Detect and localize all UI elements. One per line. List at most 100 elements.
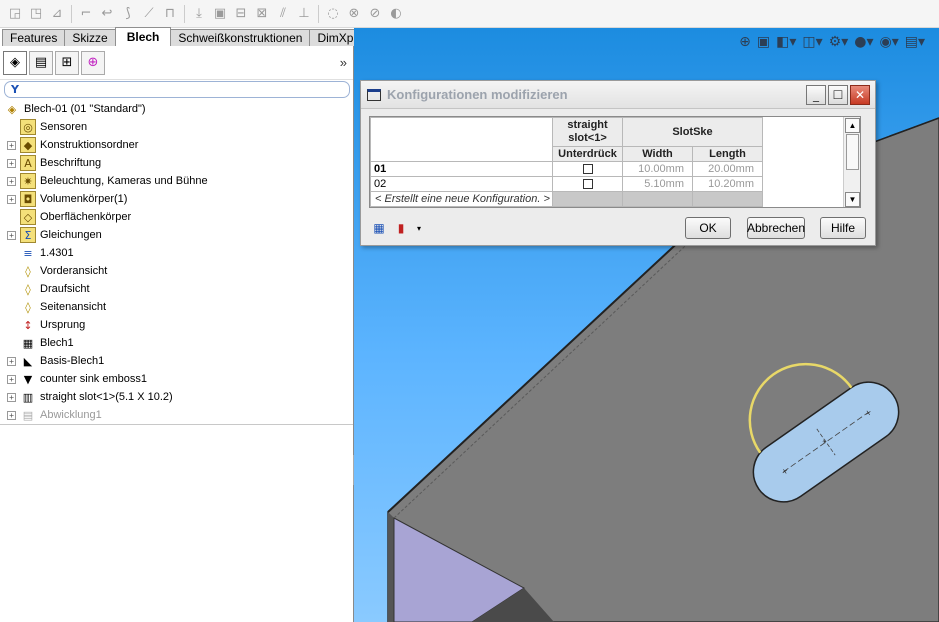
new-config-row[interactable]: < Erstellt eine neue Konfiguration. > xyxy=(370,191,763,207)
close-icon[interactable]: ✕ xyxy=(850,85,870,105)
miter-flange-icon[interactable]: ⌐ xyxy=(77,5,95,23)
grid-scrollbar[interactable]: ▲ ▼ xyxy=(843,117,860,207)
flat-pattern-icon: ▤ xyxy=(22,408,34,422)
ok-button[interactable]: OK xyxy=(685,217,731,239)
tree-item[interactable]: + A Beschriftung xyxy=(0,154,353,172)
cross-break-icon[interactable]: ⊘ xyxy=(366,5,384,23)
appearance-icon[interactable]: ◉▾ xyxy=(879,34,898,50)
part-icon: ◈ xyxy=(7,102,17,116)
tree-item-label: Volumenkörper(1) xyxy=(40,193,128,205)
sheet-metal-icon[interactable]: ◲ xyxy=(6,5,24,23)
equations-icon: Σ xyxy=(20,227,36,243)
tree-item[interactable]: ◊ Seitenansicht xyxy=(0,298,353,316)
display-style-icon[interactable]: ⚙▾ xyxy=(829,34,849,50)
edge-flange-icon[interactable]: ⊿ xyxy=(48,5,66,23)
new-configuration-cell[interactable]: < Erstellt eine neue Konfiguration. > xyxy=(370,191,553,207)
property-manager-tab-icon[interactable]: ▤ xyxy=(29,50,53,75)
tree-item[interactable]: + ◣ Basis-Blech1 xyxy=(0,352,353,370)
scene-icon[interactable]: ▤▾ xyxy=(905,34,925,50)
scroll-down-icon[interactable]: ▼ xyxy=(845,192,860,207)
tree-item[interactable]: + ▤ Abwicklung1 xyxy=(0,406,353,424)
unfold-icon[interactable]: ⤓ xyxy=(190,5,208,23)
cancel-button[interactable]: Abbrechen xyxy=(747,217,805,239)
expand-icon[interactable]: + xyxy=(7,140,16,150)
minimize-icon[interactable]: _ xyxy=(806,85,826,105)
maximize-icon[interactable]: ☐ xyxy=(828,85,848,105)
jog-icon[interactable]: ⟆ xyxy=(119,5,137,23)
hem-icon[interactable]: ↩ xyxy=(98,5,116,23)
extruded-flange-icon[interactable]: ◳ xyxy=(27,5,45,23)
tree-item[interactable]: + ✷ Beleuchtung, Kameras und Bühne xyxy=(0,172,353,190)
dialog-title-bar[interactable]: Konfigurationen modifizieren xyxy=(361,81,875,109)
tree-item[interactable]: + ▥ straight slot<1>(5.1 X 10.2) xyxy=(0,388,353,406)
tree-item[interactable]: ◊ Draufsicht xyxy=(0,280,353,298)
expand-icon[interactable]: + xyxy=(7,392,16,402)
tree-item[interactable]: ◎ Sensoren xyxy=(0,118,353,136)
width-cell[interactable]: 10.00mm xyxy=(622,161,693,177)
tree-item-label: Vorderansicht xyxy=(40,265,108,277)
tree-item-label: Ursprung xyxy=(40,319,86,331)
row-name: 01 xyxy=(370,161,553,177)
tab-skizze[interactable]: Skizze xyxy=(64,29,116,46)
feature-tree-tab-icon[interactable]: ◈ xyxy=(3,50,27,75)
closed-corner-icon[interactable]: ⊓ xyxy=(161,5,179,23)
dimxpert-manager-tab-icon[interactable]: ⊕ xyxy=(81,50,105,75)
previous-view-icon[interactable]: ◧▾ xyxy=(776,34,796,50)
tree-item[interactable]: ↕ Ursprung xyxy=(0,316,353,334)
tree-item[interactable]: ◊ Vorderansicht xyxy=(0,262,353,280)
tab-features[interactable]: Features xyxy=(2,29,66,46)
traffic-light-icon[interactable]: ▮ xyxy=(393,220,409,236)
insert-bends-icon[interactable]: ⊥ xyxy=(295,5,313,23)
scroll-thumb[interactable] xyxy=(846,134,859,170)
sketched-bend-icon[interactable]: ⟋ xyxy=(140,5,158,23)
help-button[interactable]: Hilfe xyxy=(820,217,866,239)
tree-divider xyxy=(0,424,353,425)
expand-icon[interactable]: + xyxy=(7,194,16,204)
scroll-track[interactable] xyxy=(844,171,860,191)
width-cell[interactable]: 5.10mm xyxy=(622,176,693,192)
suppress-checkbox[interactable] xyxy=(582,164,593,175)
expand-icon[interactable]: + xyxy=(7,158,16,168)
forming-tool-icon[interactable]: ◌ xyxy=(324,5,342,23)
origin-icon: ↕ xyxy=(23,318,33,332)
expand-icon[interactable]: + xyxy=(7,356,16,366)
tree-item[interactable]: + ◆ Konstruktionsordner xyxy=(0,136,353,154)
expand-icon[interactable]: + xyxy=(7,410,16,420)
expand-icon[interactable]: + xyxy=(7,374,16,384)
checkbox-cell xyxy=(552,161,623,177)
dropdown-arrow-icon[interactable]: ▾ xyxy=(415,220,423,236)
flatten-icon[interactable]: ⊟ xyxy=(232,5,250,23)
tab-blech[interactable]: Blech xyxy=(114,27,172,46)
tree-item[interactable]: + ▼ counter sink emboss1 xyxy=(0,370,353,388)
tree-item[interactable]: ◈ Blech-01 (01 "Standard") xyxy=(0,100,353,118)
hide-show-icon[interactable]: ●▾ xyxy=(854,34,873,50)
tree-item[interactable]: ◇ Oberflächenkörper xyxy=(0,208,353,226)
scroll-up-icon[interactable]: ▲ xyxy=(845,118,860,133)
zoom-to-fit-icon[interactable]: ⊕ xyxy=(739,34,751,50)
tree-item[interactable]: + Σ Gleichungen xyxy=(0,226,353,244)
expand-icon[interactable]: + xyxy=(7,176,16,186)
tree-item[interactable]: ▦ Blech1 xyxy=(0,334,353,352)
configuration-manager-tab-icon[interactable]: ⊞ xyxy=(55,50,79,75)
view-orientation-icon[interactable]: ◫▾ xyxy=(802,34,822,50)
table-row[interactable]: 01 10.00mm 20.00mm xyxy=(370,161,763,177)
vent-icon[interactable]: ⊗ xyxy=(345,5,363,23)
table-settings-icon[interactable]: ▦ xyxy=(371,220,387,236)
tab-schwei-konstruktionen[interactable]: Schweißkonstruktionen xyxy=(170,29,311,46)
heads-up-view-toolbar: ⊕ ▣ ◧▾ ◫▾ ⚙▾ ●▾ ◉▾ ▤▾ xyxy=(739,34,925,50)
no-bends-icon[interactable]: ⊠ xyxy=(253,5,271,23)
length-cell[interactable]: 10.20mm xyxy=(692,176,763,192)
tree-item[interactable]: ≡ 1.4301 xyxy=(0,244,353,262)
more-tabs-button[interactable]: » xyxy=(340,55,347,70)
zoom-area-icon[interactable]: ▣ xyxy=(757,34,770,50)
corner-relief-icon[interactable]: ◐ xyxy=(387,5,405,23)
length-cell[interactable]: 20.00mm xyxy=(692,161,763,177)
rip-icon[interactable]: ⫽ xyxy=(274,5,292,23)
suppress-checkbox[interactable] xyxy=(582,179,593,190)
tree-item[interactable]: + ◘ Volumenkörper(1) xyxy=(0,190,353,208)
col-unterdrueck: Unterdrück xyxy=(552,146,623,162)
table-row[interactable]: 02 5.10mm 10.20mm xyxy=(370,176,763,192)
feature-tree-filter[interactable]: Y xyxy=(4,81,350,98)
expand-icon[interactable]: + xyxy=(7,230,16,240)
fold-icon[interactable]: ▣ xyxy=(211,5,229,23)
